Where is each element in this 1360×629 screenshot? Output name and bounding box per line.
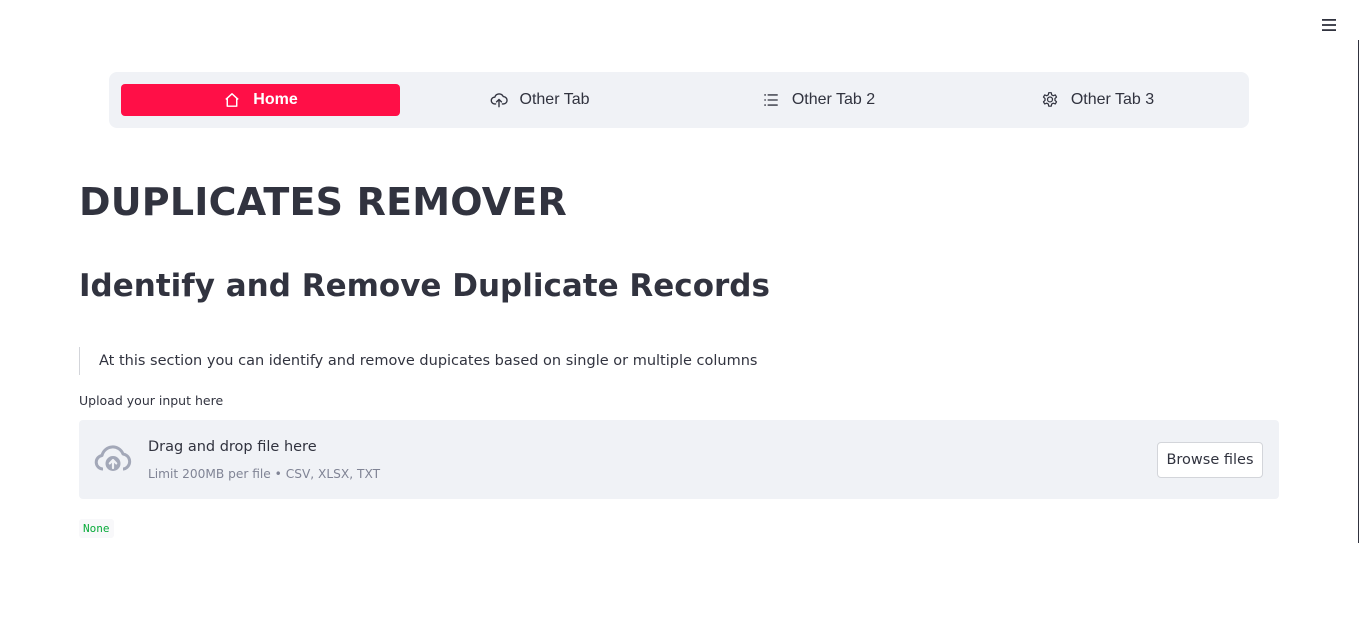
file-uploader-label: Upload your input here [79, 393, 224, 408]
list-task-icon [762, 91, 780, 109]
description-text: At this section you can identify and rem… [99, 353, 758, 369]
app-root: Home Other Tab Other Tab 2 Other Tab 3 D… [0, 0, 1360, 629]
scrollbar-track [1358, 40, 1359, 543]
nav-item-other-tab-2[interactable]: Other Tab 2 [679, 84, 958, 116]
dropzone-file-limits: Limit 200MB per file • CSV, XLSX, TXT [148, 467, 381, 481]
house-icon [223, 91, 241, 109]
output-value: None [79, 519, 114, 538]
option-menu-nav: Home Other Tab Other Tab 2 Other Tab 3 [109, 72, 1249, 128]
main-menu-button[interactable] [1316, 14, 1342, 40]
nav-item-label: Home [253, 91, 298, 108]
nav-item-label: Other Tab [519, 91, 590, 108]
nav-item-other-tab-3[interactable]: Other Tab 3 [958, 84, 1237, 116]
nav-item-label: Other Tab 3 [1070, 91, 1155, 108]
gear-icon [1041, 91, 1059, 109]
dropzone-instructions: Drag and drop file here [148, 439, 317, 455]
nav-item-label: Other Tab 2 [791, 91, 876, 108]
browse-files-button[interactable]: Browse files [1157, 442, 1263, 478]
file-dropzone[interactable]: Drag and drop file here Limit 200MB per … [79, 420, 1279, 499]
hamburger-menu-icon [1321, 18, 1337, 37]
cloud-upload-icon [490, 91, 508, 109]
page-title: DUPLICATES REMOVER [79, 180, 567, 224]
nav-item-home[interactable]: Home [121, 84, 400, 116]
page-subheader: Identify and Remove Duplicate Records [79, 268, 770, 304]
description-blockquote: At this section you can identify and rem… [79, 347, 757, 375]
nav-item-other-tab[interactable]: Other Tab [400, 84, 679, 116]
cloud-upload-icon [94, 444, 132, 474]
